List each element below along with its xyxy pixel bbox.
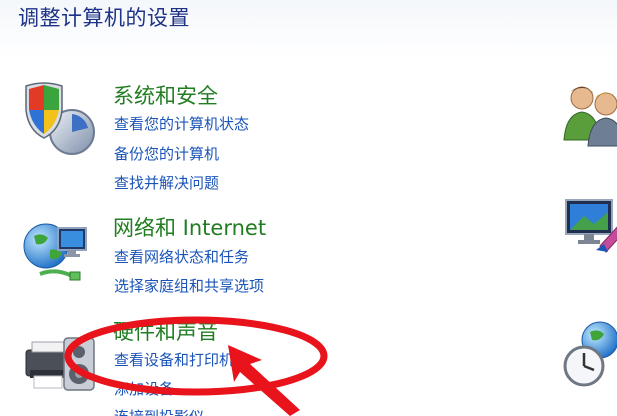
shield-icon[interactable] <box>20 76 102 158</box>
link-devices-printers[interactable]: 查看设备和打印机 <box>114 349 234 370</box>
display-paintbrush-icon[interactable] <box>560 194 617 264</box>
link-homegroup-sharing[interactable]: 选择家庭组和共享选项 <box>114 275 264 296</box>
link-connect-projector[interactable]: 连接到投影仪 <box>114 406 204 416</box>
category-title-system-security[interactable]: 系统和安全 <box>113 80 218 110</box>
page-title: 调整计算机的设置 <box>18 6 190 30</box>
control-panel-window: 调整计算机的设置 系统和安全 查看您的计算机状态 备份您的计算机 查找并解决问题 <box>0 0 617 416</box>
link-troubleshoot[interactable]: 查找并解决问题 <box>114 172 219 193</box>
link-add-device[interactable]: 添加设备 <box>114 378 174 399</box>
arrow-icon <box>228 345 300 416</box>
clock-globe-icon[interactable] <box>560 320 617 390</box>
link-backup-computer[interactable]: 备份您的计算机 <box>114 143 219 164</box>
network-globe-icon[interactable] <box>20 214 102 296</box>
printer-speaker-icon[interactable] <box>20 320 102 402</box>
users-icon[interactable] <box>560 80 617 150</box>
category-title-hardware-sound[interactable]: 硬件和声音 <box>113 316 218 346</box>
category-title-network-internet[interactable]: 网络和 Internet <box>113 212 266 242</box>
link-view-computer-status[interactable]: 查看您的计算机状态 <box>114 113 249 134</box>
link-view-network-status[interactable]: 查看网络状态和任务 <box>114 246 249 267</box>
